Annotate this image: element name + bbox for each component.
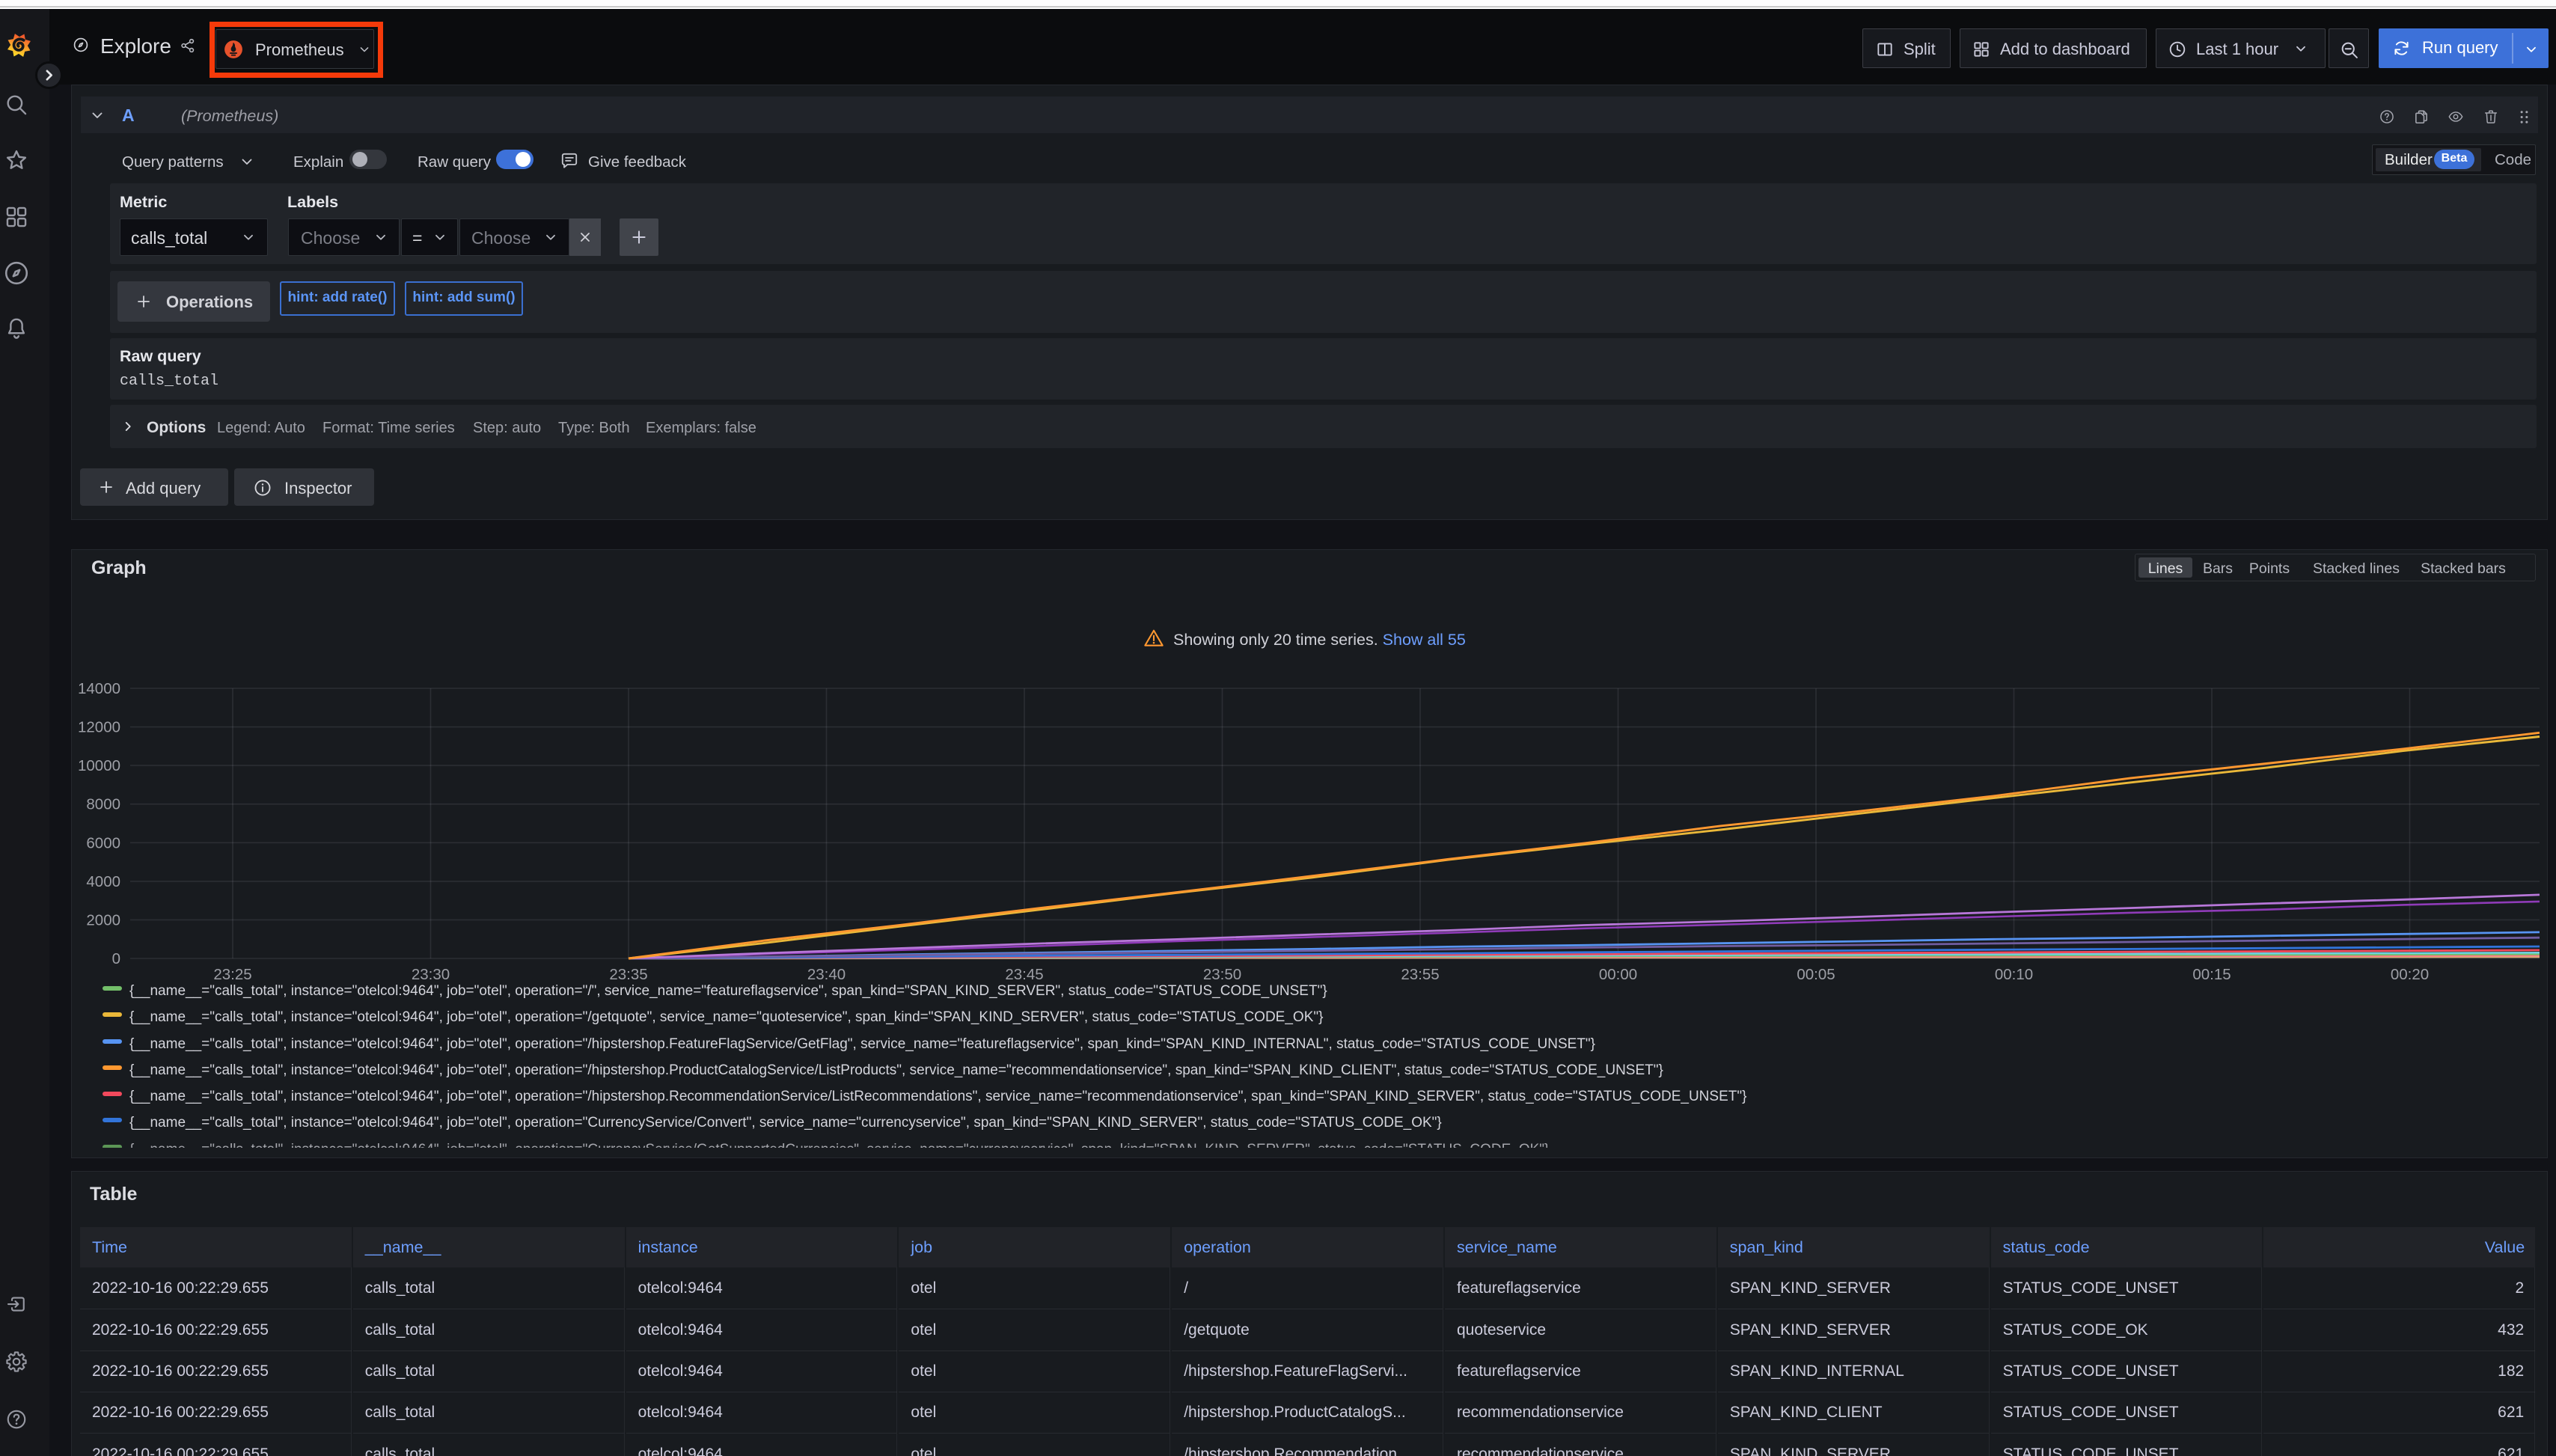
svg-text:0: 0 [112,950,120,967]
svg-text:6000: 6000 [86,834,120,851]
svg-text:23:30: 23:30 [412,966,450,983]
svg-text:00:10: 00:10 [1995,966,2033,983]
svg-text:4000: 4000 [86,873,120,890]
svg-text:23:35: 23:35 [609,966,647,983]
svg-text:23:45: 23:45 [1005,966,1043,983]
svg-text:2000: 2000 [86,911,120,929]
svg-text:23:50: 23:50 [1203,966,1241,983]
svg-text:00:15: 00:15 [2192,966,2231,983]
svg-text:23:55: 23:55 [1401,966,1439,983]
svg-text:00:00: 00:00 [1599,966,1637,983]
svg-text:00:20: 00:20 [2391,966,2429,983]
svg-text:00:05: 00:05 [1797,966,1835,983]
svg-text:10000: 10000 [78,757,120,774]
svg-text:23:25: 23:25 [213,966,251,983]
svg-text:12000: 12000 [78,719,120,736]
svg-text:14000: 14000 [78,680,120,697]
svg-text:23:40: 23:40 [807,966,846,983]
svg-text:8000: 8000 [86,796,120,813]
